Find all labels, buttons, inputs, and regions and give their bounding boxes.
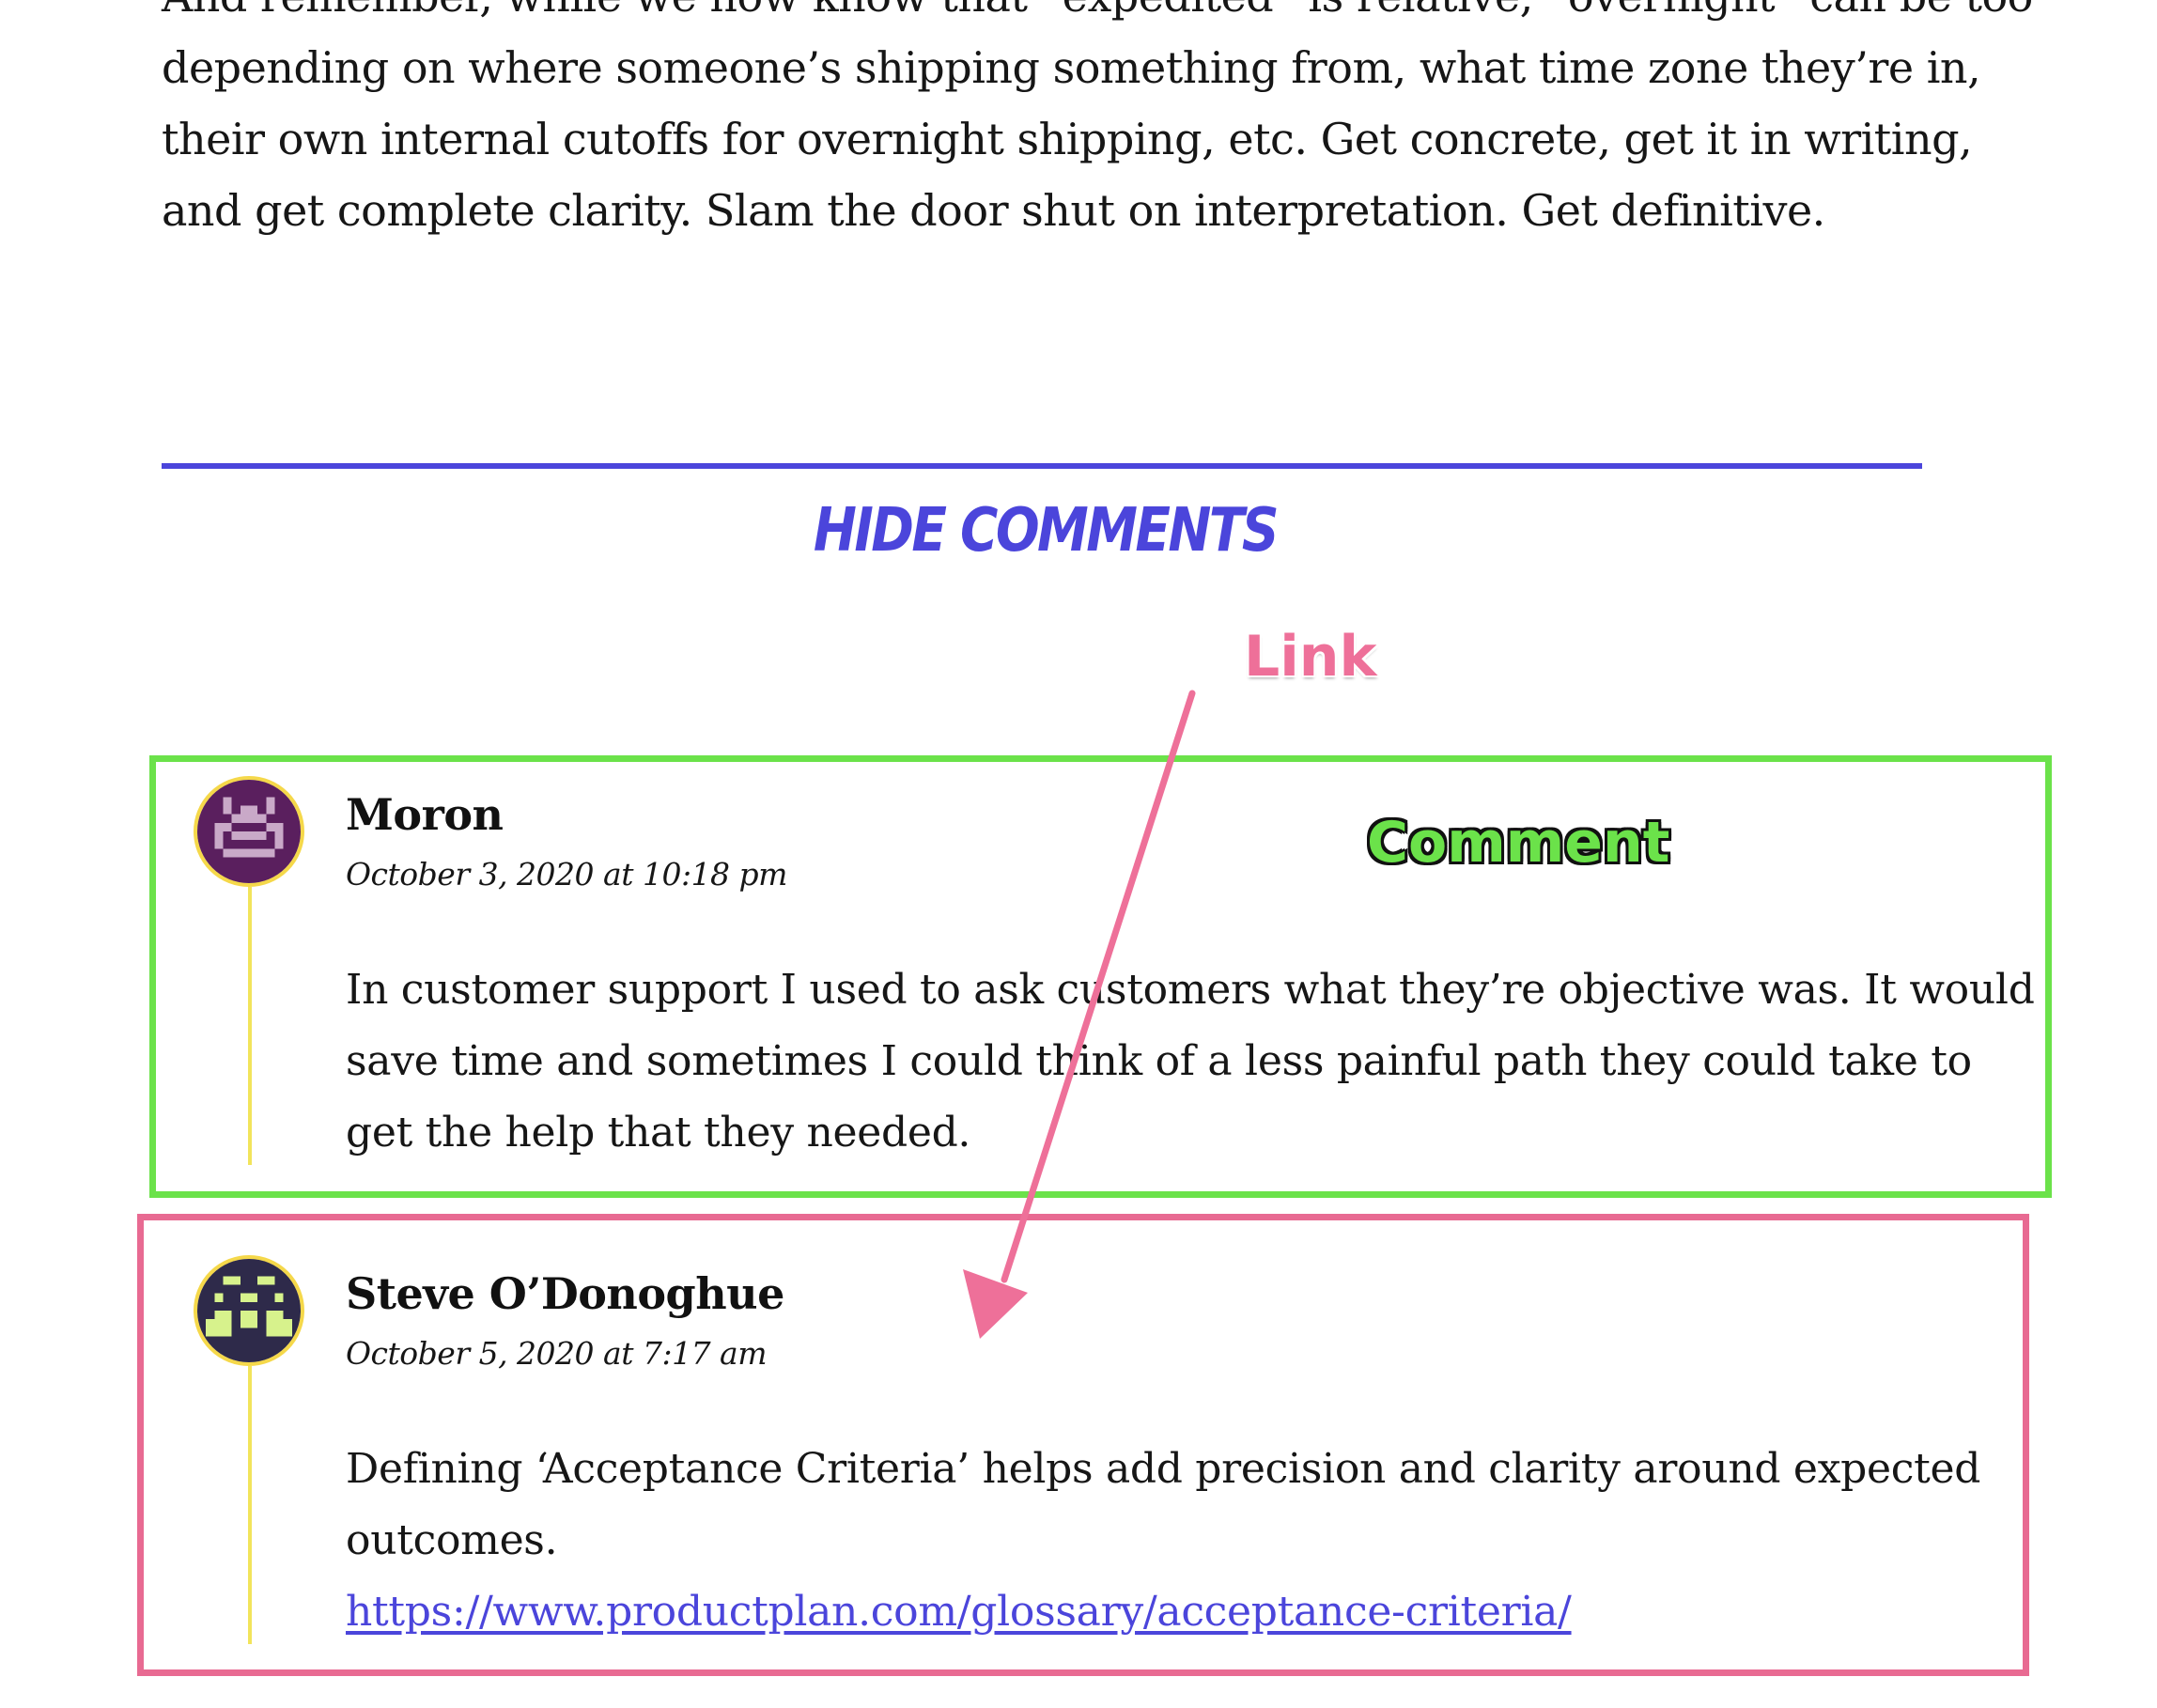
article-line: their own internal cutoffs for overnight…	[162, 114, 1973, 164]
navy-pixel-avatar-icon	[194, 1255, 304, 1366]
comment-body: Defining ‘Acceptance Criteria’ helps add…	[346, 1434, 2037, 1648]
comment-author[interactable]: Steve O’Donoghue	[346, 1268, 784, 1319]
article-line: depending on where someone’s shipping so…	[162, 42, 1981, 93]
comment-thread-line	[248, 1366, 252, 1644]
comment-body: In customer support I used to ask custom…	[346, 955, 2037, 1169]
comment-item: Steve O’Donoghue October 5, 2020 at 7:17…	[194, 1255, 2025, 1650]
comment-body-line: outcomes.	[346, 1516, 558, 1564]
comments-divider	[162, 463, 1922, 469]
comment-item: Moron October 3, 2020 at 10:18 pm In cus…	[194, 776, 2035, 1171]
comment-body-line: save time and sometimes I could think of…	[346, 1037, 1972, 1085]
comment-date[interactable]: October 5, 2020 at 7:17 am	[346, 1335, 768, 1372]
link-annotation-label: Link	[1244, 624, 1377, 690]
hide-comments-button[interactable]: HIDE COMMENTS	[147, 496, 1945, 566]
comment-body-line: In customer support I used to ask custom…	[346, 966, 2035, 1014]
comment-author[interactable]: Moron	[346, 789, 504, 840]
comment-thread-line	[248, 887, 252, 1165]
purple-pixel-avatar-icon	[194, 776, 304, 887]
comment-date[interactable]: October 3, 2020 at 10:18 pm	[346, 856, 787, 893]
article-line: And remember, while we now know that “ex…	[162, 0, 2033, 32]
comment-annotation-label: Comment	[1367, 810, 1670, 876]
article-body: And remember, while we now know that “ex…	[162, 0, 2033, 246]
article-line: and get complete clarity. Slam the door …	[162, 185, 1825, 236]
comment-body-line: get the help that they needed.	[346, 1109, 971, 1157]
comment-body-line: Defining ‘Acceptance Criteria’ helps add…	[346, 1445, 1981, 1493]
comment-link[interactable]: https://www.productplan.com/glossary/acc…	[346, 1588, 1572, 1636]
